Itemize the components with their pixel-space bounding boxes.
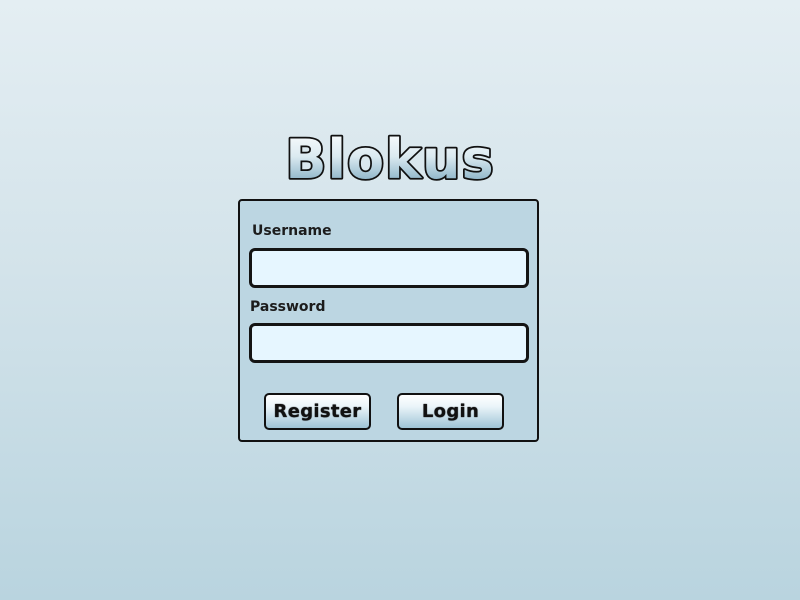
logo-text: Blokus bbox=[285, 128, 494, 191]
blokus-logo: Blokus bbox=[280, 120, 500, 196]
register-button[interactable]: Register bbox=[264, 393, 371, 430]
username-input[interactable] bbox=[249, 248, 529, 288]
login-panel: Username Password Register Login bbox=[238, 199, 539, 442]
login-button[interactable]: Login bbox=[397, 393, 504, 430]
username-label: Username bbox=[252, 223, 332, 239]
password-label: Password bbox=[250, 299, 326, 315]
password-input[interactable] bbox=[249, 323, 529, 363]
logo-wordmark: Blokus bbox=[284, 126, 496, 193]
